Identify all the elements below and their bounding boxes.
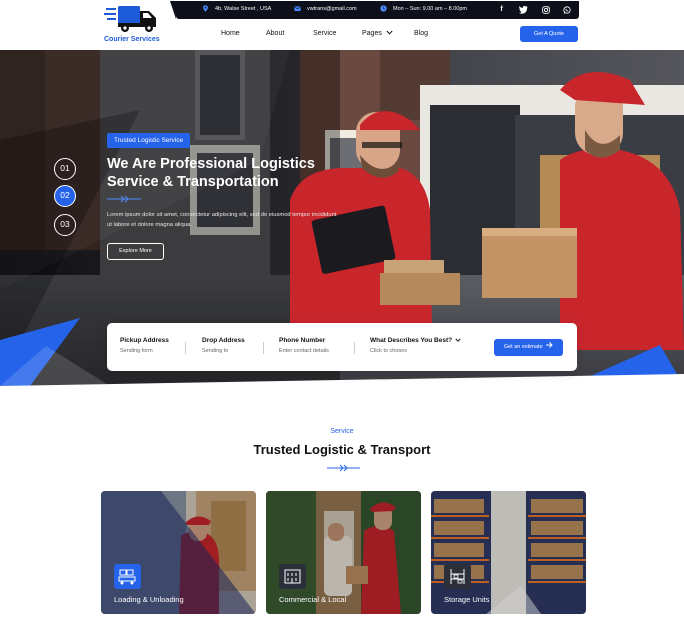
arrow-right-icon <box>546 342 553 348</box>
double-arrow-divider-icon <box>107 195 141 203</box>
services-title: Trusted Logistic & Transport <box>253 442 431 457</box>
twitter-icon[interactable] <box>518 4 529 15</box>
get-quote-button[interactable]: Get A Quote <box>520 26 578 42</box>
whatsapp-icon[interactable] <box>561 4 572 15</box>
explore-more-button[interactable]: Explore More <box>107 243 164 260</box>
phone-number-field[interactable]: Phone Number Enter contact details <box>279 337 329 354</box>
truck-logo-icon <box>104 6 156 32</box>
slide-indicator-01[interactable]: 01 <box>54 158 76 180</box>
nav-service[interactable]: Service <box>313 30 336 37</box>
warehouse-shelf-icon <box>444 564 471 589</box>
map-pin-icon <box>203 5 208 12</box>
address-text: 4b, Walse Street , USA <box>215 5 272 12</box>
phone-number-placeholder: Enter contact details <box>279 348 329 354</box>
service-card-label: Commercial & Local <box>279 595 347 604</box>
email-info[interactable]: vwtrans@gmail.com <box>294 5 357 12</box>
describe-you-label: What Describes You Best? <box>370 337 461 344</box>
nav-about[interactable]: About <box>266 30 284 37</box>
hero-title: We Are Professional Logistics Service & … <box>107 156 315 190</box>
get-estimate-label: Get an estimate <box>503 344 543 350</box>
pickup-address-field[interactable]: Pickup Address Sending form <box>120 337 169 354</box>
logo[interactable]: Courier Services <box>104 4 164 46</box>
hero-description: Lorem ipsum dolor sit amet, consectetur … <box>107 212 337 228</box>
nav-pages[interactable]: Pages <box>362 30 393 37</box>
estimate-form: Pickup Address Sending form Drop Address… <box>107 323 577 371</box>
hero-badge: Trusted Logistic Service <box>107 133 191 148</box>
hours-text: Mon – Sun: 9.00 am – 8.00pm <box>393 5 467 12</box>
divider <box>185 342 186 354</box>
service-card-label: Loading & Unloading <box>114 595 184 604</box>
building-icon <box>279 564 306 589</box>
address-info: 4b, Walse Street , USA <box>202 5 271 12</box>
nav-home[interactable]: Home <box>221 30 240 37</box>
divider <box>354 342 355 354</box>
slide-indicator-02[interactable]: 02 <box>54 185 76 207</box>
service-card-label: Storage Units <box>444 595 490 604</box>
nav-pages-label: Pages <box>362 30 382 37</box>
chevron-down-icon <box>386 30 393 35</box>
service-card-loading[interactable]: Loading & Unloading <box>101 491 256 614</box>
describe-you-select[interactable]: What Describes You Best? Click to choses <box>370 337 461 354</box>
email-text: vwtrans@gmail.com <box>307 5 357 12</box>
envelope-icon <box>294 6 301 11</box>
drop-address-label: Drop Address <box>202 337 245 344</box>
instagram-icon[interactable] <box>540 4 551 15</box>
pickup-address-label: Pickup Address <box>120 337 169 344</box>
facebook-icon[interactable]: f <box>496 4 507 15</box>
describe-you-label-text: What Describes You Best? <box>370 337 453 344</box>
forklift-icon <box>114 564 141 589</box>
describe-you-placeholder: Click to choses <box>370 348 407 354</box>
logo-text: Courier Services <box>104 36 160 43</box>
chevron-down-icon <box>455 338 461 342</box>
service-card-commercial[interactable]: Commercial & Local <box>266 491 421 614</box>
hours-info: Mon – Sun: 9.00 am – 8.00pm <box>380 5 467 12</box>
double-arrow-divider-icon <box>327 464 360 472</box>
services-tag: Service <box>330 428 354 435</box>
pickup-address-placeholder: Sending form <box>120 348 153 354</box>
service-card-storage[interactable]: Storage Units <box>431 491 586 614</box>
drop-address-field[interactable]: Drop Address Sending to <box>202 337 245 354</box>
clock-icon <box>380 5 387 12</box>
nav-blog[interactable]: Blog <box>414 30 428 37</box>
get-estimate-button[interactable]: Get an estimate <box>494 339 563 356</box>
phone-number-label: Phone Number <box>279 337 326 344</box>
divider <box>263 342 264 354</box>
top-info-bar: 4b, Walse Street , USA vwtrans@gmail.com… <box>170 1 579 19</box>
slide-indicator-03[interactable]: 03 <box>54 214 76 236</box>
drop-address-placeholder: Sending to <box>202 348 229 354</box>
site-header: Courier Services 4b, Walse Street , USA … <box>0 0 684 50</box>
